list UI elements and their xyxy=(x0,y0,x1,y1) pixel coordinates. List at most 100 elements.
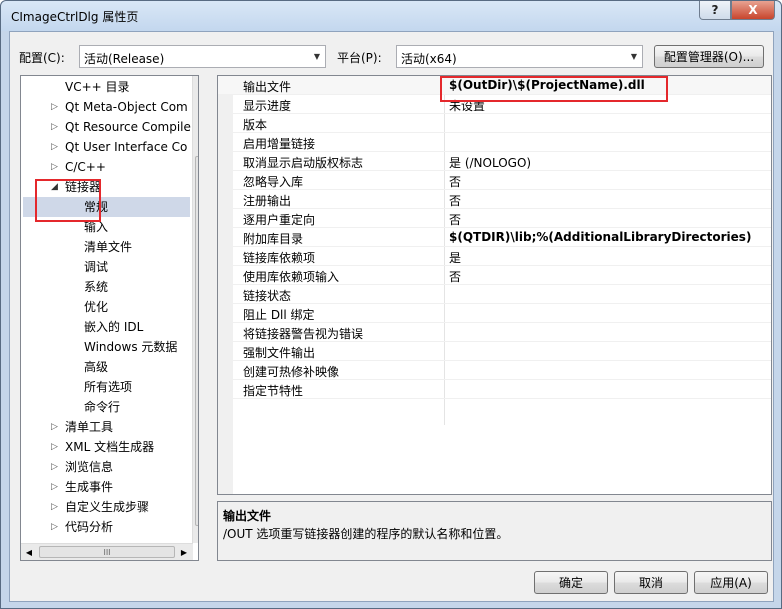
tree-item-label: 命令行 xyxy=(84,400,121,414)
expand-arrow-icon[interactable]: ▷ xyxy=(51,497,61,517)
tree-item-label: 嵌入的 IDL xyxy=(84,320,144,334)
tree-item[interactable]: 调试 xyxy=(21,257,192,277)
property-name: 将链接器警告视为错误 xyxy=(243,327,364,341)
tree-item[interactable]: ▷ C/C++ xyxy=(21,157,192,177)
property-value[interactable]: 否 xyxy=(449,192,461,209)
property-row[interactable]: 链接状态 xyxy=(218,285,771,304)
property-row[interactable]: 使用库依赖项输入 否 xyxy=(218,266,771,285)
tree-item-label: XML 文档生成器 xyxy=(65,440,155,454)
expand-arrow-icon[interactable]: ▷ xyxy=(51,437,61,457)
property-row[interactable]: 指定节特性 xyxy=(218,380,771,399)
tree-item[interactable]: ▷ 浏览信息 xyxy=(21,457,192,477)
config-value: 活动(Release) xyxy=(84,52,165,66)
help-button[interactable]: ? xyxy=(699,1,731,20)
cancel-button[interactable]: 取消 xyxy=(614,571,688,594)
tree-item[interactable]: ▷ Qt Meta-Object Com xyxy=(21,97,192,117)
tree-item[interactable]: 高级 xyxy=(21,357,192,377)
property-name: 取消显示启动版权标志 xyxy=(243,156,364,170)
property-name: 阻止 Dll 绑定 xyxy=(243,308,315,322)
tree-item-label: 自定义生成步骤 xyxy=(65,500,150,514)
ok-button[interactable]: 确定 xyxy=(534,571,608,594)
highlight-box-linker xyxy=(35,179,101,222)
tree-item-label: Qt User Interface Co xyxy=(65,140,188,154)
expand-arrow-icon[interactable]: ▷ xyxy=(51,137,61,157)
tree-item[interactable]: 清单文件 xyxy=(21,237,192,257)
tree-item[interactable]: ▷ Qt User Interface Co xyxy=(21,137,192,157)
property-row[interactable]: 链接库依赖项 是 xyxy=(218,247,771,266)
property-row[interactable]: 版本 xyxy=(218,114,771,133)
title-bar: CImageCtrlDlg 属性页 ? X xyxy=(1,1,781,31)
tree-item[interactable]: 命令行 xyxy=(21,397,192,417)
config-manager-button[interactable]: 配置管理器(O)... xyxy=(654,45,764,68)
scroll-up-icon[interactable]: ▲ xyxy=(193,76,199,92)
property-row[interactable]: 启用增量链接 xyxy=(218,133,771,152)
tree-item-label: VC++ 目录 xyxy=(65,80,130,94)
property-name: 使用库依赖项输入 xyxy=(243,270,340,284)
dialog-client: 配置(C): 活动(Release) ▼ 平台(P): 活动(x64) ▼ 配置… xyxy=(9,31,774,602)
tree-vertical-scrollbar[interactable]: ▲ ▼ xyxy=(192,76,199,543)
tree-item[interactable]: 优化 xyxy=(21,297,192,317)
tree-item[interactable]: VC++ 目录 xyxy=(21,77,192,97)
config-label: 配置(C): xyxy=(19,51,65,65)
tree-item[interactable]: Windows 元数据 xyxy=(21,337,192,357)
tree-item[interactable]: ▷ 代码分析 xyxy=(21,517,192,537)
property-grid[interactable]: 输出文件 $(OutDir)\$(ProjectName).dll 显示进度 未设置版… xyxy=(217,75,772,495)
expand-arrow-icon[interactable]: ▷ xyxy=(51,457,61,477)
scroll-down-icon[interactable]: ▼ xyxy=(193,526,199,542)
tree-item-label: 优化 xyxy=(84,300,109,314)
tree-item[interactable]: ▷ XML 文档生成器 xyxy=(21,437,192,457)
property-row[interactable]: 忽略导入库 否 xyxy=(218,171,771,190)
property-row[interactable]: 创建可热修补映像 xyxy=(218,361,771,380)
property-value[interactable]: $(QTDIR)\lib;%(AdditionalLibraryDirector… xyxy=(449,230,751,244)
tree-horizontal-scrollbar[interactable]: ◀ III ▶ xyxy=(21,543,193,560)
scroll-thumb[interactable]: III xyxy=(39,546,175,558)
property-value[interactable]: 否 xyxy=(449,173,461,190)
property-row[interactable]: 取消显示启动版权标志 是 (/NOLOGO) xyxy=(218,152,771,171)
tree-item[interactable]: ▷ 生成事件 xyxy=(21,477,192,497)
tree-item[interactable]: 系统 xyxy=(21,277,192,297)
scroll-right-icon[interactable]: ▶ xyxy=(176,544,192,560)
expand-arrow-icon[interactable]: ▷ xyxy=(51,97,61,117)
tree-item[interactable]: 嵌入的 IDL xyxy=(21,317,192,337)
property-name: 指定节特性 xyxy=(243,384,304,398)
apply-button[interactable]: 应用(A) xyxy=(694,571,768,594)
property-value[interactable]: 否 xyxy=(449,268,461,285)
property-row[interactable]: 阻止 Dll 绑定 xyxy=(218,304,771,323)
property-row[interactable]: 将链接器警告视为错误 xyxy=(218,323,771,342)
tree-item-label: 清单文件 xyxy=(84,240,133,254)
tree-item-label: C/C++ xyxy=(65,160,106,174)
property-value[interactable]: 是 (/NOLOGO) xyxy=(449,154,531,171)
expand-arrow-icon[interactable]: ▷ xyxy=(51,117,61,137)
description-title: 输出文件 xyxy=(223,509,272,523)
property-row[interactable]: 强制文件输出 xyxy=(218,342,771,361)
tree-item[interactable]: 所有选项 xyxy=(21,377,192,397)
chevron-down-icon: ▼ xyxy=(313,52,321,61)
tree-item-label: Qt Resource Compile xyxy=(65,120,191,134)
tree-item[interactable]: ▷ Qt Resource Compile xyxy=(21,117,192,137)
property-row[interactable]: 注册输出 否 xyxy=(218,190,771,209)
platform-dropdown[interactable]: 活动(x64) ▼ xyxy=(396,45,643,68)
scroll-thumb[interactable] xyxy=(195,156,198,526)
expand-arrow-icon[interactable]: ▷ xyxy=(51,157,61,177)
property-row[interactable]: 附加库目录 $(QTDIR)\lib;%(AdditionalLibraryDir… xyxy=(218,228,771,247)
config-dropdown[interactable]: 活动(Release) ▼ xyxy=(79,45,326,68)
property-name: 链接库依赖项 xyxy=(243,251,316,265)
close-button[interactable]: X xyxy=(731,1,775,20)
property-name: 版本 xyxy=(243,118,268,132)
tree-item[interactable]: ▷ 清单工具 xyxy=(21,417,192,437)
expand-arrow-icon[interactable]: ▷ xyxy=(51,517,61,537)
chevron-down-icon: ▼ xyxy=(630,52,638,61)
property-name: 附加库目录 xyxy=(243,232,304,246)
scroll-left-icon[interactable]: ◀ xyxy=(21,544,37,560)
category-tree[interactable]: VC++ 目录 ▷ Qt Meta-Object Com ▷ Qt Resource C… xyxy=(20,75,199,561)
expand-arrow-icon[interactable]: ▷ xyxy=(51,417,61,437)
property-value[interactable]: 是 xyxy=(449,249,461,266)
property-name: 逐用户重定向 xyxy=(243,213,316,227)
description-panel: 输出文件 /OUT 选项重写链接器创建的程序的默认名称和位置。 xyxy=(217,501,772,561)
tree-item-label: Windows 元数据 xyxy=(84,340,178,354)
tree-item[interactable]: ▷ 自定义生成步骤 xyxy=(21,497,192,517)
property-value[interactable]: 否 xyxy=(449,211,461,228)
highlight-box-output-file xyxy=(440,76,668,102)
property-row[interactable]: 逐用户重定向 否 xyxy=(218,209,771,228)
expand-arrow-icon[interactable]: ▷ xyxy=(51,477,61,497)
